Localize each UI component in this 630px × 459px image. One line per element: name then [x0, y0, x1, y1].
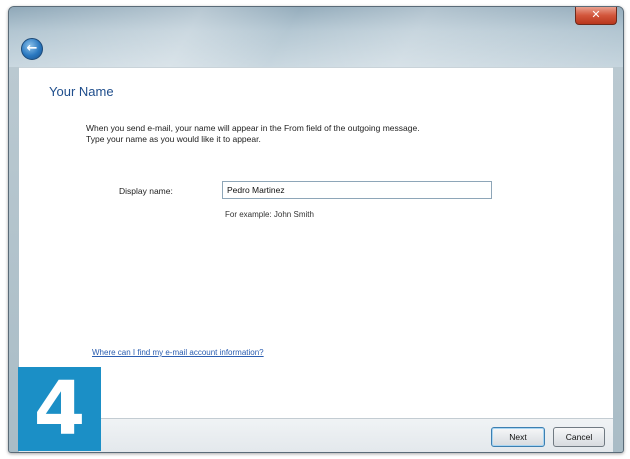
description-line-2: Type your name as you would like it to a… — [86, 134, 261, 144]
wizard-content: Your Name When you send e-mail, your nam… — [19, 67, 613, 418]
next-button[interactable]: Next — [491, 427, 545, 447]
title-bar: ✕ ← — [9, 7, 623, 67]
page-title: Your Name — [49, 84, 114, 99]
step-number-badge: 4 — [18, 367, 101, 451]
description-line-1: When you send e-mail, your name will app… — [86, 123, 420, 133]
back-arrow-icon: ← — [26, 41, 38, 56]
back-button[interactable]: ← — [21, 38, 43, 60]
cancel-button[interactable]: Cancel — [553, 427, 605, 447]
account-info-help-link[interactable]: Where can I find my e-mail account infor… — [92, 348, 264, 357]
page: ✕ ← Your Name When you send e-mail, your… — [0, 0, 630, 459]
close-button[interactable]: ✕ — [575, 7, 617, 25]
close-icon: ✕ — [591, 8, 601, 21]
display-name-input[interactable] — [222, 181, 492, 199]
example-hint: For example: John Smith — [225, 210, 314, 219]
description: When you send e-mail, your name will app… — [86, 123, 556, 145]
button-bar: Next Cancel — [19, 418, 613, 452]
display-name-label: Display name: — [119, 186, 173, 196]
